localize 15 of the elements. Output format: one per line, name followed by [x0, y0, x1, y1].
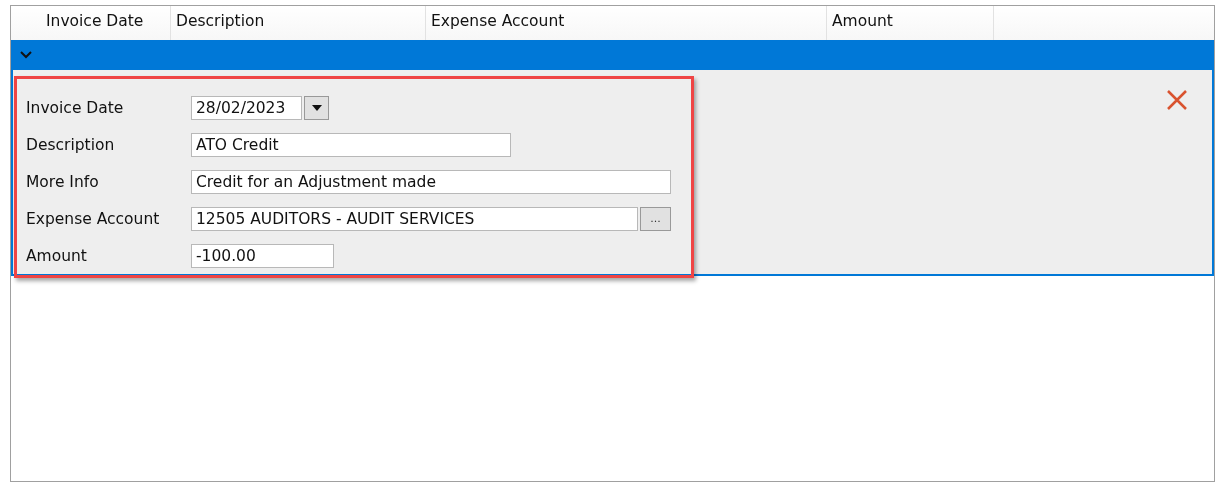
text-field[interactable]: -100.00	[191, 243, 334, 268]
account-field[interactable]: 12505 AUDITORS - AUDIT SERVICES	[191, 206, 638, 231]
dropdown-button[interactable]	[304, 95, 329, 120]
field-label: Description	[26, 135, 116, 154]
text-field[interactable]: ATO Credit	[191, 132, 511, 157]
date-field[interactable]: 28/02/2023	[191, 95, 302, 120]
close-icon[interactable]	[1166, 90, 1188, 110]
dropdown-arrow-icon	[311, 104, 322, 111]
field-label: More Info	[26, 172, 100, 191]
field-label: Amount	[26, 246, 88, 265]
field-label: Expense Account	[26, 209, 161, 228]
text-field[interactable]: Credit for an Adjustment made	[191, 169, 671, 194]
field-label: Invoice Date	[26, 98, 125, 117]
browse-button[interactable]: ...	[640, 206, 671, 231]
chevron-icon[interactable]	[20, 51, 32, 59]
